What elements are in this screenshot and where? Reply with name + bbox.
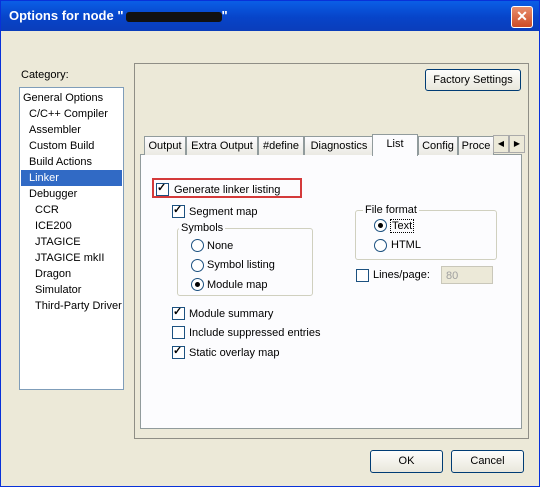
lines-per-page-input[interactable]: 80: [441, 266, 493, 284]
category-item-assembler[interactable]: Assembler: [29, 122, 81, 138]
title-bar: Options for node " " ✕: [1, 1, 539, 31]
ok-button[interactable]: OK: [370, 450, 443, 473]
category-item-jtagice-mkii[interactable]: JTAGICE mkII: [35, 250, 104, 266]
tab-list[interactable]: List: [372, 134, 418, 156]
tab-processing[interactable]: Proce: [458, 136, 494, 155]
tab-output[interactable]: Output: [144, 136, 186, 155]
static-overlay-checkbox[interactable]: ✓: [172, 345, 185, 359]
window-title: Options for node " ": [9, 8, 228, 23]
category-item-ccr[interactable]: CCR: [35, 202, 59, 218]
category-item-linker[interactable]: Linker: [21, 170, 122, 186]
category-item-debugger[interactable]: Debugger: [29, 186, 77, 202]
lines-per-page-label: Lines/page:: [373, 269, 430, 281]
checkmark-icon: ✓: [173, 306, 183, 318]
checkmark-icon: ✓: [173, 204, 183, 216]
checkmark-icon: ✓: [157, 182, 167, 194]
symbols-module-map-radio[interactable]: [191, 278, 204, 291]
generate-listing-checkbox[interactable]: ✓: [156, 182, 169, 196]
file-format-group-title: File format: [363, 204, 419, 216]
window-title-text: Options for node ": [9, 8, 124, 23]
tab-diagnostics[interactable]: Diagnostics: [304, 136, 374, 155]
tab-extra-output[interactable]: Extra Output: [186, 136, 258, 155]
category-list[interactable]: General Options C/C++ Compiler Assembler…: [19, 87, 124, 390]
segment-map-label: Segment map: [189, 206, 258, 218]
static-overlay-label: Static overlay map: [189, 347, 280, 359]
symbols-group-title: Symbols: [179, 222, 226, 234]
tab-scroll-right-icon[interactable]: ▶: [509, 135, 525, 153]
close-icon: ✕: [516, 8, 528, 24]
segment-map-checkbox[interactable]: ✓: [172, 204, 185, 218]
file-format-group: [355, 210, 497, 260]
category-item-third-party-driver[interactable]: Third-Party Driver: [35, 298, 122, 314]
category-label: Category:: [21, 69, 69, 81]
tab-config[interactable]: Config: [418, 136, 458, 155]
cancel-button[interactable]: Cancel: [451, 450, 524, 473]
module-summary-label: Module summary: [189, 308, 274, 320]
symbols-symbol-listing-radio[interactable]: [191, 259, 204, 272]
module-summary-checkbox[interactable]: ✓: [172, 306, 185, 320]
radio-selected-dot: [378, 223, 383, 228]
category-item-dragon[interactable]: Dragon: [35, 266, 71, 282]
format-html-label: HTML: [391, 239, 421, 251]
category-item-general-options[interactable]: General Options: [23, 90, 103, 106]
symbols-none-label: None: [207, 240, 234, 252]
close-button[interactable]: ✕: [511, 6, 533, 28]
category-item-ice200[interactable]: ICE200: [35, 218, 72, 234]
include-suppressed-checkbox[interactable]: [172, 326, 185, 339]
radio-selected-dot: [195, 282, 200, 287]
category-item-jtagice[interactable]: JTAGICE: [35, 234, 81, 250]
symbols-none-radio[interactable]: [191, 239, 204, 252]
redacted-node-name: [125, 11, 222, 22]
category-item-build-actions[interactable]: Build Actions: [29, 154, 92, 170]
include-suppressed-label: Include suppressed entries: [189, 327, 321, 339]
checkmark-icon: ✓: [173, 345, 183, 357]
factory-settings-button[interactable]: Factory Settings: [425, 69, 521, 91]
format-text-label: Text: [390, 219, 415, 233]
tab-scroll-left-icon[interactable]: ◀: [493, 135, 509, 153]
options-dialog: Options for node " " ✕ Category: General …: [0, 0, 540, 487]
category-item-simulator[interactable]: Simulator: [35, 282, 81, 298]
format-text-radio[interactable]: [374, 219, 387, 232]
symbols-module-map-label: Module map: [207, 279, 268, 291]
generate-listing-label: Generate linker listing: [174, 184, 281, 196]
tab-define[interactable]: #define: [258, 136, 304, 155]
symbols-symbol-listing-label: Symbol listing: [207, 259, 275, 271]
category-item-custom-build[interactable]: Custom Build: [29, 138, 94, 154]
lines-per-page-checkbox[interactable]: [356, 269, 369, 282]
format-html-radio[interactable]: [374, 239, 387, 252]
window-title-suffix: ": [221, 8, 228, 23]
category-item-c-compiler[interactable]: C/C++ Compiler: [29, 106, 108, 122]
